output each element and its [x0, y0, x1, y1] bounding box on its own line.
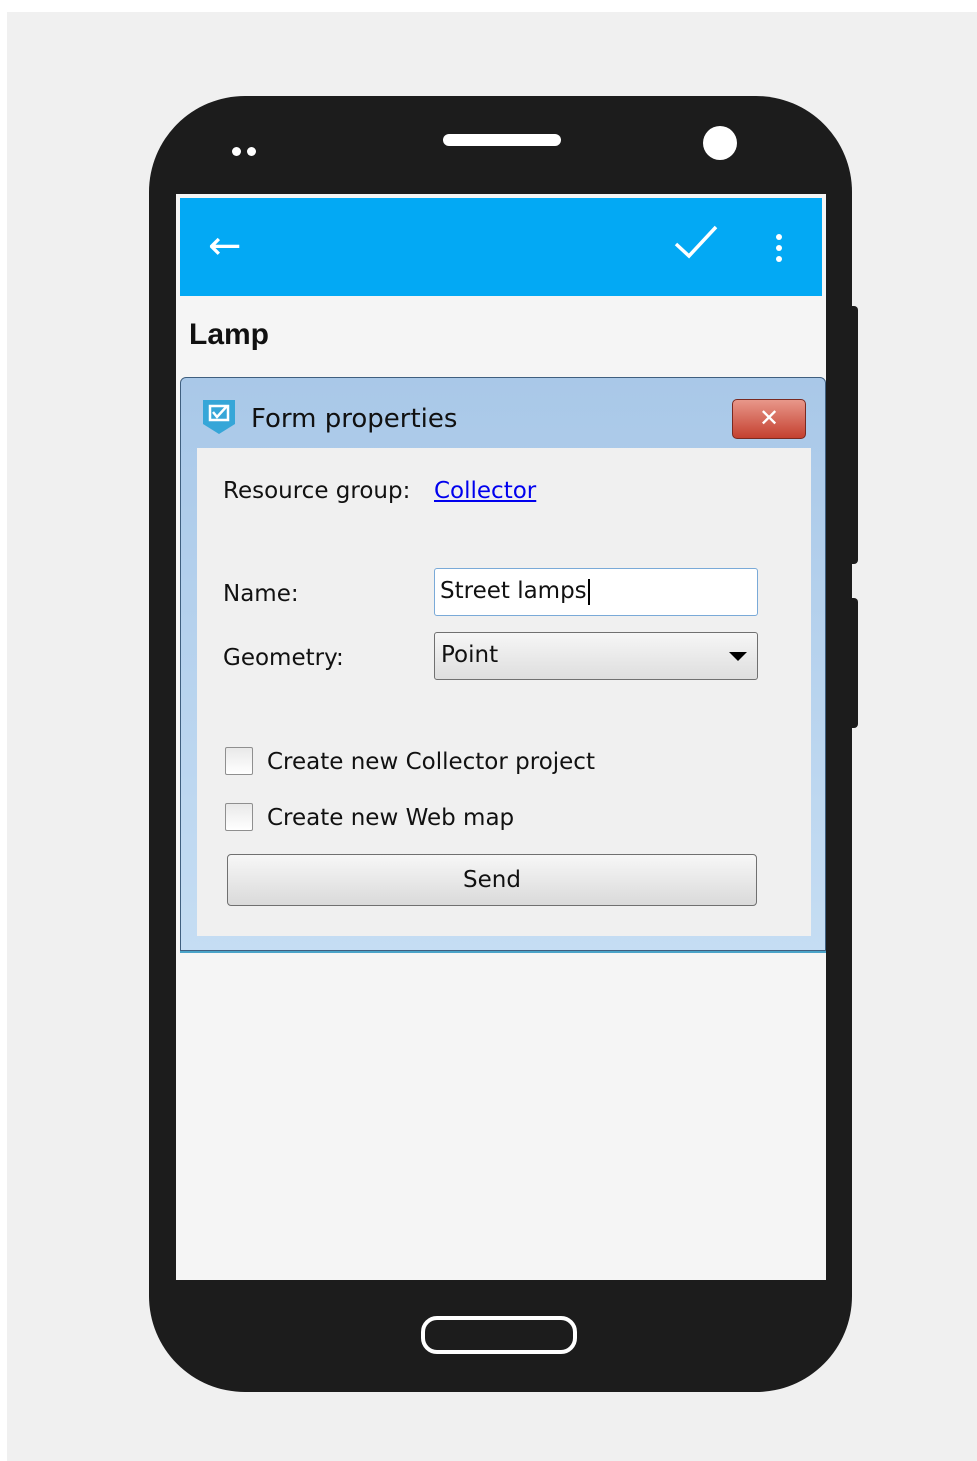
app-bar: ← — [180, 198, 822, 296]
text-caret — [587, 578, 590, 605]
form-properties-dialog: Form properties ✕ Resource group: Collec… — [180, 377, 826, 951]
geometry-label: Geometry: — [223, 645, 344, 671]
dialog-body: Resource group: Collector Name: Street l… — [197, 448, 811, 936]
form-icon — [201, 398, 237, 436]
home-button[interactable] — [421, 1316, 577, 1354]
sensor-dots — [232, 141, 262, 160]
resource-group-label: Resource group: — [223, 478, 411, 504]
name-label: Name: — [223, 581, 299, 607]
create-web-map-label[interactable]: Create new Web map — [267, 805, 514, 831]
create-collector-project-checkbox[interactable] — [225, 747, 253, 775]
create-collector-project-label[interactable]: Create new Collector project — [267, 749, 595, 775]
form-title: Lamp — [189, 318, 270, 351]
resource-group-link[interactable]: Collector — [434, 478, 536, 504]
create-web-map-checkbox[interactable] — [225, 803, 253, 831]
geometry-select-value: Point — [441, 642, 499, 668]
back-arrow-icon[interactable]: ← — [208, 226, 242, 266]
dialog-title: Form properties — [251, 404, 458, 434]
earpiece-speaker — [443, 134, 561, 146]
name-input-value: Street lamps — [440, 578, 587, 604]
dropdown-arrow-icon — [729, 652, 747, 661]
close-button[interactable]: ✕ — [732, 399, 806, 439]
name-input[interactable]: Street lamps — [434, 568, 758, 616]
front-camera — [703, 126, 737, 160]
send-button[interactable]: Send — [227, 854, 757, 906]
geometry-select[interactable]: Point — [434, 632, 758, 680]
more-vertical-icon[interactable] — [776, 234, 782, 267]
checkmark-icon[interactable] — [672, 222, 720, 265]
